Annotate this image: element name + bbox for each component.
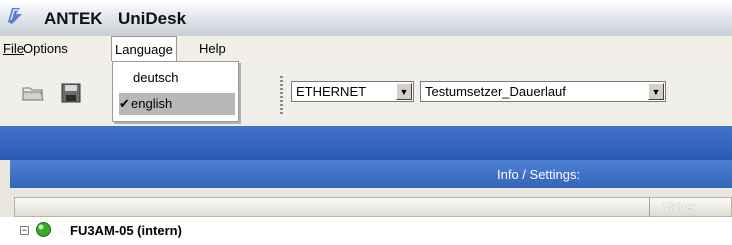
connection-select-value: ETHERNET	[296, 84, 367, 99]
title-bar: ANTEK UniDesk	[0, 0, 732, 36]
column-header-value[interactable]: Value:	[663, 200, 696, 214]
menu-options[interactable]: Options	[23, 41, 68, 56]
language-option-english[interactable]: ✔ english	[119, 93, 235, 115]
info-settings-header: Info / Settings:	[10, 160, 732, 188]
connection-select[interactable]: ETHERNET ▼	[291, 81, 414, 102]
column-separator[interactable]	[649, 197, 650, 217]
menu-file[interactable]: File	[3, 41, 24, 56]
toolbar-grip[interactable]	[280, 76, 283, 114]
language-option-label: english	[131, 96, 173, 111]
folder-open-icon[interactable]	[21, 81, 45, 105]
language-option-label: deutsch	[133, 70, 179, 85]
tree-node-label[interactable]: FU3AM-05 (intern)	[70, 223, 182, 238]
menu-language[interactable]: Language	[111, 36, 177, 61]
chevron-down-icon[interactable]: ▼	[648, 83, 664, 100]
header-band	[0, 126, 732, 160]
language-option-deutsch[interactable]: deutsch	[119, 67, 235, 89]
green-status-icon	[36, 222, 51, 237]
device-select-value: Testumsetzer_Dauerlauf	[425, 84, 566, 99]
column-header[interactable]	[14, 197, 732, 217]
floppy-disk-icon[interactable]	[59, 81, 83, 105]
collapse-icon[interactable]: −	[20, 226, 29, 235]
window-brand: ANTEK	[44, 9, 103, 28]
menu-file-label: File	[3, 41, 24, 56]
panel-title: Info / Settings:	[497, 167, 581, 182]
menu-options-label: Options	[23, 41, 68, 56]
language-dropdown: deutsch ✔ english	[112, 61, 239, 122]
menu-bar	[0, 36, 732, 62]
menu-help[interactable]: Help	[199, 41, 226, 56]
menu-language-label: Language	[115, 42, 173, 57]
menu-help-label: Help	[199, 41, 226, 56]
app-logo-icon	[8, 8, 22, 24]
device-select[interactable]: Testumsetzer_Dauerlauf ▼	[420, 81, 666, 102]
check-icon: ✔	[119, 96, 130, 111]
chevron-down-icon[interactable]: ▼	[396, 83, 412, 100]
window-title: UniDesk	[118, 9, 187, 28]
